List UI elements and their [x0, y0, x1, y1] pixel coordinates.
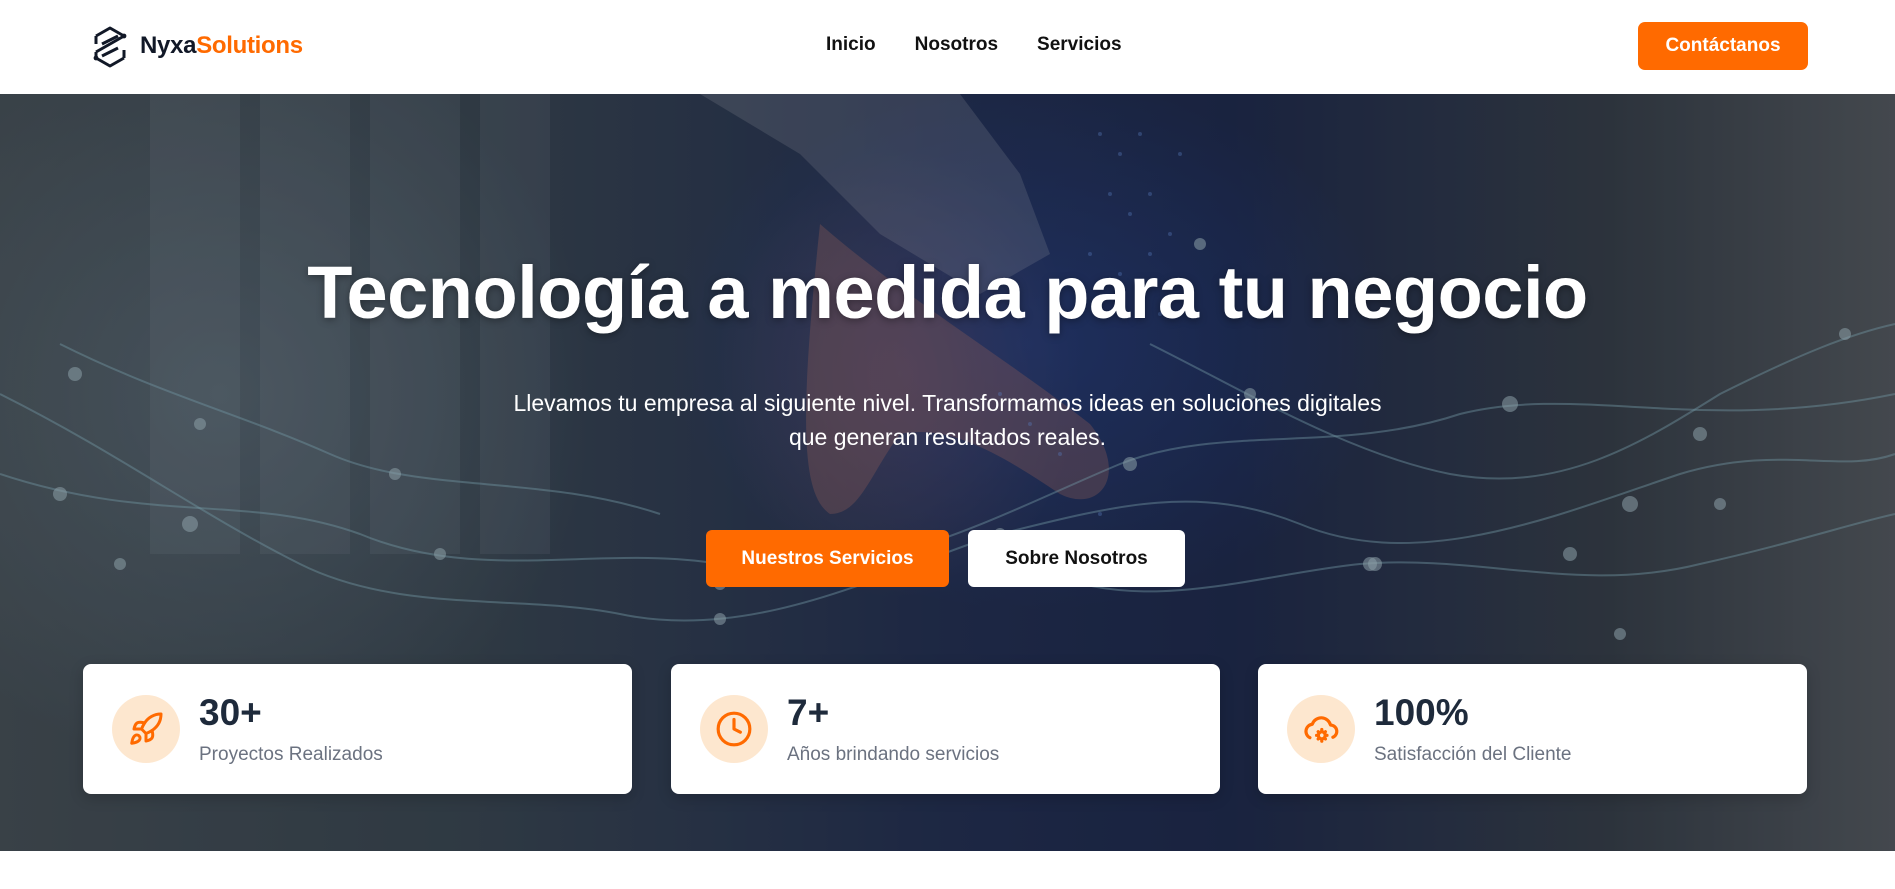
- about-us-button[interactable]: Sobre Nosotros: [968, 530, 1185, 587]
- hero-subtitle: Llevamos tu empresa al siguiente nivel. …: [480, 386, 1415, 454]
- stat-label: Proyectos Realizados: [199, 744, 383, 765]
- nav-item-nosotros[interactable]: Nosotros: [915, 34, 998, 56]
- stat-label: Años brindando servicios: [787, 744, 1000, 765]
- stat-card-satisfaction: 100% Satisfacción del Cliente: [1258, 664, 1807, 794]
- main-nav: Inicio Nosotros Servicios: [826, 34, 1122, 56]
- stat-card-years: 7+ Años brindando servicios: [671, 664, 1220, 794]
- rocket-icon: [112, 695, 180, 763]
- stat-value: 100%: [1374, 692, 1469, 733]
- logo[interactable]: NyxaSolutions: [88, 22, 303, 70]
- hero-section: Tecnología a medida para tu negocio Llev…: [0, 94, 1895, 851]
- hero-subtitle-line2: que generan resultados reales.: [788, 424, 1107, 450]
- hero-subtitle-line1: Llevamos tu empresa al siguiente nivel. …: [513, 390, 1382, 416]
- nav-item-servicios[interactable]: Servicios: [1037, 34, 1122, 56]
- our-services-button[interactable]: Nuestros Servicios: [706, 530, 949, 587]
- logo-text-accent: Solutions: [196, 32, 303, 59]
- logo-text: NyxaSolutions: [140, 32, 303, 60]
- hero-title: Tecnología a medida para tu negocio: [307, 251, 1588, 334]
- stat-card-projects: 30+ Proyectos Realizados: [83, 664, 632, 794]
- clock-icon: [700, 695, 768, 763]
- cloud-gear-icon: [1287, 695, 1355, 763]
- stat-value: 7+: [787, 692, 830, 733]
- nav-item-inicio[interactable]: Inicio: [826, 34, 876, 56]
- logo-text-primary: Nyxa: [140, 32, 197, 59]
- stat-label: Satisfacción del Cliente: [1374, 744, 1572, 765]
- site-header: NyxaSolutions Inicio Nosotros Servicios …: [0, 0, 1895, 94]
- contact-button[interactable]: Contáctanos: [1638, 22, 1808, 70]
- logo-mark-icon: [93, 26, 127, 68]
- stat-value: 30+: [199, 692, 262, 733]
